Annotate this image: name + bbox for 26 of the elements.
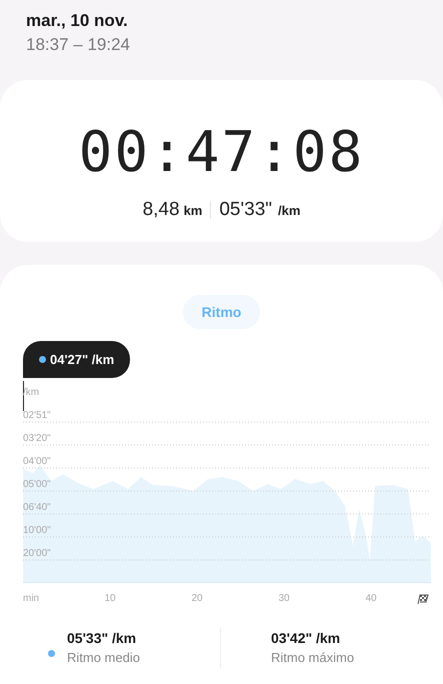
x-axis-label: 40: [365, 592, 377, 606]
y-axis-label: 20'00": [23, 547, 51, 561]
finish-flag-icon: [417, 594, 429, 604]
time-range: 18:37 – 19:24: [26, 34, 131, 56]
stat-value: 05'33" /km: [67, 629, 138, 648]
stat-value: 03'42" /km: [271, 629, 342, 648]
y-axis-label: 05'00": [23, 478, 51, 492]
duration-display: 00:47:08: [78, 122, 364, 184]
ritmo-tab[interactable]: Ritmo: [182, 295, 260, 329]
distance-value: 8,48: [142, 198, 180, 222]
x-axis-label: 10: [104, 592, 116, 606]
stat-label: Ritmo máximo: [271, 649, 354, 667]
activity-date: mar., 10 nov.: [26, 10, 129, 32]
pace-value: 05'33": [219, 198, 272, 222]
y-axis-label: 06'40": [23, 501, 51, 515]
y-axis-label: 10'00": [23, 524, 51, 538]
tooltip-value: 04'27" /km: [50, 350, 114, 369]
y-axis-label: 04'00": [23, 455, 51, 469]
y-axis-label: 03'20": [23, 432, 51, 446]
x-axis-unit: min: [23, 592, 40, 606]
distance-unit: km: [184, 202, 202, 220]
x-axis-label: 20: [191, 592, 203, 606]
stat-label: Ritmo medio: [67, 649, 140, 667]
pace-unit: /km: [278, 202, 300, 220]
y-axis-label: 02'51": [23, 409, 51, 423]
x-axis-label: 30: [278, 592, 290, 606]
